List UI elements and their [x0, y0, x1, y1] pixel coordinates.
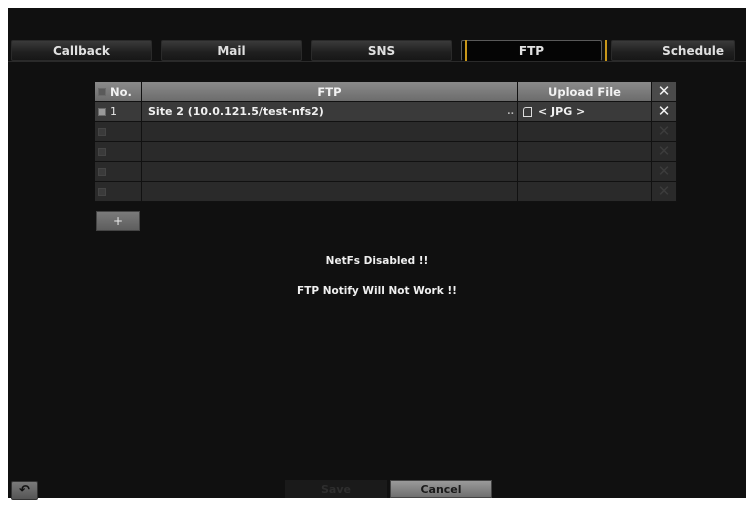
close-icon: ✕ — [657, 122, 671, 140]
table-row[interactable]: ✕ — [95, 142, 677, 162]
table-row[interactable]: 1 Site 2 (10.0.121.5/test-nfs2) .. < JPG… — [95, 102, 677, 122]
row-delete-button[interactable]: ✕ — [652, 102, 677, 122]
row-ftp-site[interactable] — [142, 142, 518, 162]
tab-bar: Callback Mail SNS FTP Schedule — [11, 40, 746, 68]
row-upload-file[interactable] — [518, 142, 652, 162]
tab-sns[interactable]: SNS — [311, 40, 452, 61]
close-icon: ✕ — [657, 82, 671, 100]
back-button[interactable]: ↶ — [11, 481, 38, 500]
header-upload-file: Upload File — [518, 82, 652, 102]
row-ftp-site[interactable]: Site 2 (10.0.121.5/test-nfs2) .. — [142, 102, 518, 122]
tab-mail[interactable]: Mail — [161, 40, 302, 61]
row-delete-button[interactable]: ✕ — [652, 162, 677, 182]
row-ftp-site[interactable] — [142, 122, 518, 142]
back-arrow-icon: ↶ — [19, 483, 30, 498]
row-checkbox[interactable] — [98, 127, 106, 136]
ftp-settings-dialog: Callback Mail SNS FTP Schedule No. FTP U… — [8, 8, 746, 500]
save-button[interactable]: Save — [285, 480, 387, 498]
row-number: 1 — [110, 105, 117, 118]
add-ftp-button[interactable]: + — [96, 211, 140, 231]
active-tab-accent-right — [605, 40, 607, 61]
row-checkbox[interactable] — [98, 107, 106, 116]
header-no[interactable]: No. — [95, 82, 142, 102]
tab-schedule[interactable]: Schedule — [611, 40, 735, 61]
delete-all-button[interactable]: ✕ — [652, 82, 677, 102]
table-row[interactable]: ✕ — [95, 162, 677, 182]
file-icon — [523, 106, 532, 117]
select-all-checkbox[interactable] — [98, 87, 106, 96]
close-icon: ✕ — [657, 102, 671, 120]
cancel-button[interactable]: Cancel — [390, 480, 492, 498]
tab-ftp[interactable]: FTP — [461, 40, 602, 61]
active-tab-accent-left — [465, 40, 467, 61]
row-checkbox[interactable] — [98, 167, 106, 176]
close-icon: ✕ — [657, 162, 671, 180]
ftp-notify-warning-message: FTP Notify Will Not Work !! — [297, 285, 457, 297]
row-upload-file[interactable] — [518, 182, 652, 202]
row-upload-file[interactable] — [518, 162, 652, 182]
row-checkbox[interactable] — [98, 187, 106, 196]
table-row[interactable]: ✕ — [95, 122, 677, 142]
row-upload-file[interactable]: < JPG > — [518, 102, 652, 122]
netfs-disabled-message: NetFs Disabled !! — [325, 255, 429, 267]
ftp-table: No. FTP Upload File ✕ 1 Site 2 (10.0.121… — [95, 82, 677, 202]
close-icon: ✕ — [657, 142, 671, 160]
tab-underline — [8, 61, 746, 62]
row-checkbox[interactable] — [98, 147, 106, 156]
tab-callback[interactable]: Callback — [11, 40, 152, 61]
row-ftp-site[interactable] — [142, 162, 518, 182]
row-delete-button[interactable]: ✕ — [652, 142, 677, 162]
row-ftp-site[interactable] — [142, 182, 518, 202]
row-delete-button[interactable]: ✕ — [652, 182, 677, 202]
row-delete-button[interactable]: ✕ — [652, 122, 677, 142]
table-row[interactable]: ✕ — [95, 182, 677, 202]
close-icon: ✕ — [657, 182, 671, 200]
header-ftp: FTP — [142, 82, 518, 102]
row-upload-file[interactable] — [518, 122, 652, 142]
table-header: No. FTP Upload File ✕ — [95, 82, 677, 102]
